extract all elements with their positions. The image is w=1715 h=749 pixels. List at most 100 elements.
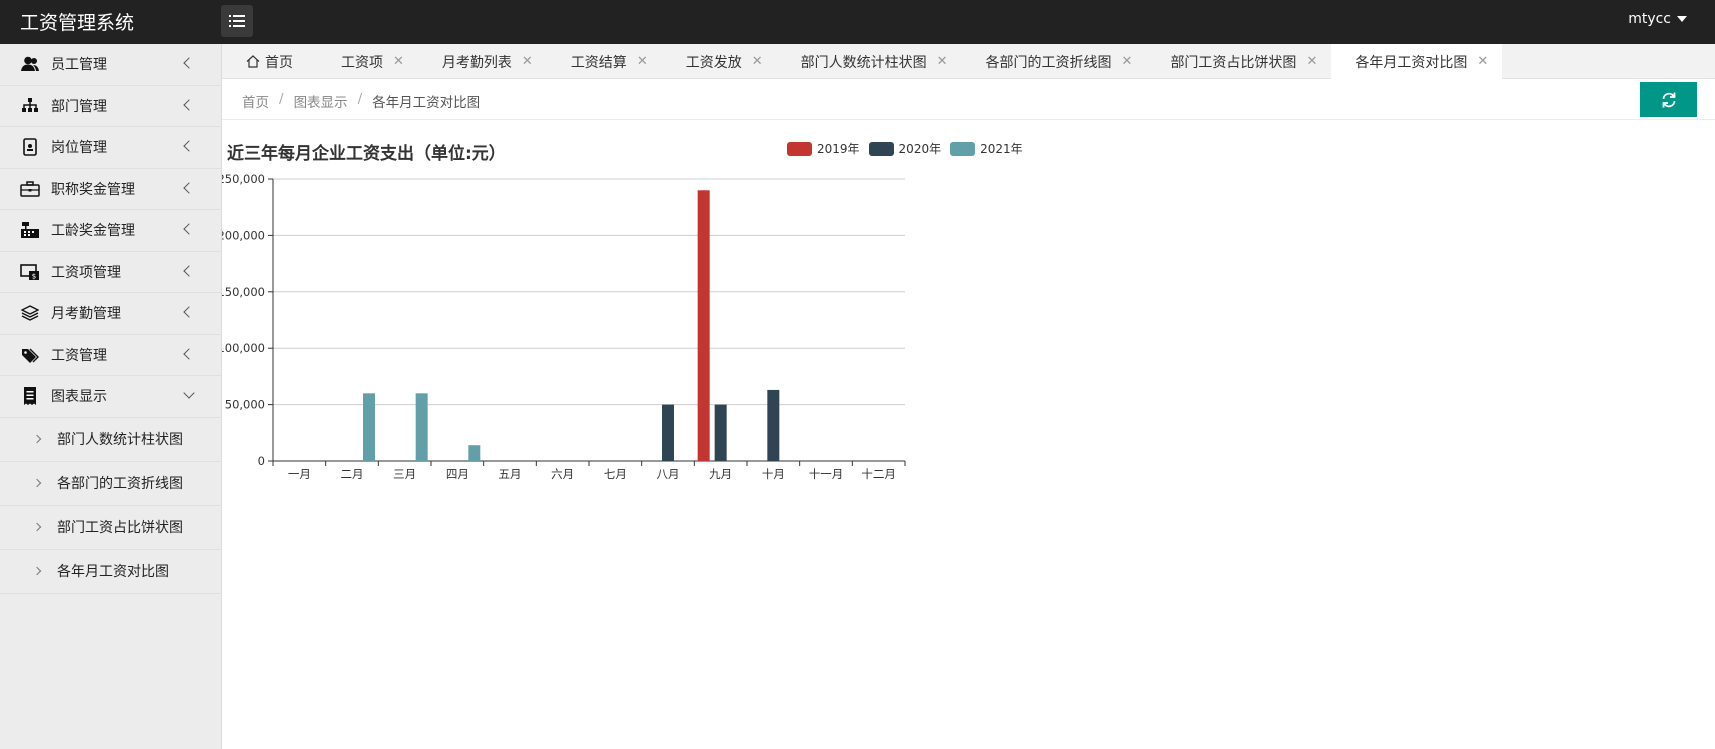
chevron-right-icon [32, 478, 42, 488]
tab-yearly-salary-compare[interactable]: 各年月工资对比图 ✕ [1331, 44, 1503, 79]
chevron-left-icon [183, 265, 195, 277]
chevron-left-icon [183, 223, 195, 235]
y-tick-label: 200,000 [222, 228, 265, 242]
tags-icon [20, 345, 40, 365]
sidebar-item-label: 工龄奖金管理 [51, 223, 135, 240]
user-menu[interactable]: mtycc [1628, 11, 1687, 27]
tab-label: 工资结算 [570, 54, 627, 71]
breadcrumb-home[interactable]: 首页 [242, 91, 269, 111]
sidebar-item-label: 工资管理 [51, 347, 107, 364]
chevron-left-icon [183, 99, 195, 111]
sidebar-item-attendance[interactable]: 月考勤管理 [0, 293, 221, 335]
y-tick-label: 50,000 [225, 398, 265, 412]
sidebar-item-label: 职称奖金管理 [51, 181, 135, 198]
tab-attendance-list[interactable]: 月考勤列表 ✕ [418, 44, 547, 79]
tab-dept-salary-line[interactable]: 各部门的工资折线图 ✕ [962, 44, 1147, 79]
tab-label: 部门工资占比饼状图 [1170, 54, 1297, 71]
tab-label: 各部门的工资折线图 [985, 54, 1112, 71]
x-tick-label: 十二月 [861, 467, 896, 481]
x-tick-label: 六月 [551, 467, 574, 481]
close-icon[interactable]: ✕ [1477, 54, 1488, 69]
sidebar-item-departments[interactable]: 部门管理 [0, 86, 221, 127]
sidebar-item-label: 月考勤管理 [51, 306, 121, 323]
breadcrumb-current: 各年月工资对比图 [372, 95, 481, 111]
close-icon[interactable]: ✕ [637, 54, 648, 69]
sidebar-item-label: 图表显示 [51, 389, 107, 406]
briefcase-icon [20, 179, 40, 199]
sidebar-subitem-label: 部门工资占比饼状图 [57, 520, 183, 536]
sidebar-item-positions[interactable]: 岗位管理 [0, 127, 221, 169]
badge-icon [20, 137, 40, 157]
sidebar-item-label: 工资项管理 [51, 264, 121, 281]
close-icon[interactable]: ✕ [937, 54, 948, 69]
breadcrumb-bar: 首页 / 图表显示 / 各年月工资对比图 [222, 79, 1715, 120]
app-title: 工资管理系统 [20, 12, 135, 34]
sidebar-item-label: 岗位管理 [51, 140, 107, 157]
sidebar-item-employees[interactable]: 员工管理 [0, 44, 221, 86]
sidebar-subitem-yearly-salary-compare[interactable]: 各年月工资对比图 [0, 550, 221, 594]
sidebar-subitem-dept-headcount-bar[interactable]: 部门人数统计柱状图 [0, 418, 221, 462]
bar-chart: 0 50,000 100,000 150,000 200,000 250,000 一月 二月 三… [222, 172, 906, 481]
sidebar-item-label: 部门管理 [51, 98, 107, 115]
tab-home[interactable]: 首页 [222, 44, 317, 79]
bar-2021年 [468, 445, 481, 461]
tab-salary-settlement[interactable]: 工资结算 ✕ [547, 44, 662, 79]
sidebar-item-title-bonus[interactable]: 职称奖金管理 [0, 169, 221, 210]
x-tick-label: 三月 [393, 467, 416, 481]
sidebar-item-seniority-bonus[interactable]: 工龄奖金管理 [0, 210, 221, 252]
close-icon[interactable]: ✕ [393, 54, 404, 69]
chevron-right-icon [32, 434, 42, 444]
tab-salary-payment[interactable]: 工资发放 ✕ [662, 44, 777, 79]
close-icon[interactable]: ✕ [752, 54, 763, 69]
bar-2021年 [415, 393, 428, 461]
money-screen-icon: $ [20, 262, 40, 282]
list-icon [229, 15, 245, 27]
bar-2020年 [662, 404, 674, 461]
users-icon [20, 54, 40, 74]
sitemap-icon [20, 96, 40, 116]
bar-2020年 [714, 404, 727, 461]
menu-toggle-button[interactable] [221, 5, 253, 37]
tab-bar: 首页 工资项 ✕ 月考勤列表 ✕ 工资结算 ✕ 工资发放 ✕ 部门人数统计柱状图… [222, 44, 1715, 79]
chevron-right-icon [32, 566, 42, 576]
caret-down-icon [1677, 16, 1687, 22]
x-tick-label: 一月 [288, 467, 311, 481]
y-tick-label: 100,000 [222, 341, 265, 355]
sidebar-subitem-dept-salary-line[interactable]: 各部门的工资折线图 [0, 462, 221, 506]
tab-dept-salary-pie[interactable]: 部门工资占比饼状图 ✕ [1146, 44, 1331, 79]
bar-2020年 [767, 389, 780, 461]
sidebar-item-charts[interactable]: 图表显示 [0, 376, 221, 418]
tab-label: 首页 [265, 54, 293, 71]
refresh-icon [1662, 92, 1675, 107]
user-name: mtycc [1628, 11, 1671, 27]
layers-icon [20, 303, 40, 323]
sidebar-item-salary[interactable]: 工资管理 [0, 335, 221, 376]
breadcrumb-separator: / [279, 91, 284, 107]
tab-label: 月考勤列表 [441, 54, 512, 71]
top-navbar: 工资管理系统 mtycc [0, 0, 1715, 44]
breadcrumb: 首页 / 图表显示 / 各年月工资对比图 [242, 91, 480, 111]
sidebar: 员工管理 部门管理 岗位管理 职称奖金管理 工龄奖金管理 $ 工资项管理 月考勤… [0, 44, 222, 749]
chevron-right-icon [32, 522, 42, 532]
x-tick-label: 二月 [341, 467, 364, 481]
breadcrumb-separator: / [357, 91, 363, 107]
breadcrumb-section[interactable]: 图表显示 [294, 91, 348, 111]
y-tick-label: 0 [258, 454, 265, 468]
sidebar-subitem-dept-salary-pie[interactable]: 部门工资占比饼状图 [0, 506, 221, 550]
svg-text:$: $ [32, 272, 36, 280]
x-tick-label: 四月 [446, 467, 469, 481]
tab-dept-headcount-bar[interactable]: 部门人数统计柱状图 ✕ [777, 44, 962, 79]
x-tick-label: 十一月 [809, 467, 844, 481]
chevron-left-icon [183, 182, 195, 194]
close-icon[interactable]: ✕ [1122, 54, 1133, 69]
tab-salary-items[interactable]: 工资项 ✕ [317, 44, 418, 79]
sidebar-subitem-label: 部门人数统计柱状图 [57, 432, 183, 448]
receipt-icon [20, 386, 40, 406]
close-icon[interactable]: ✕ [1306, 54, 1317, 69]
y-tick-label: 250,000 [222, 172, 265, 186]
close-icon[interactable]: ✕ [522, 54, 533, 69]
refresh-button[interactable] [1640, 82, 1697, 117]
x-tick-label: 九月 [709, 467, 732, 481]
sidebar-item-salary-items[interactable]: $ 工资项管理 [0, 252, 221, 293]
x-tick-label: 十月 [762, 467, 785, 481]
